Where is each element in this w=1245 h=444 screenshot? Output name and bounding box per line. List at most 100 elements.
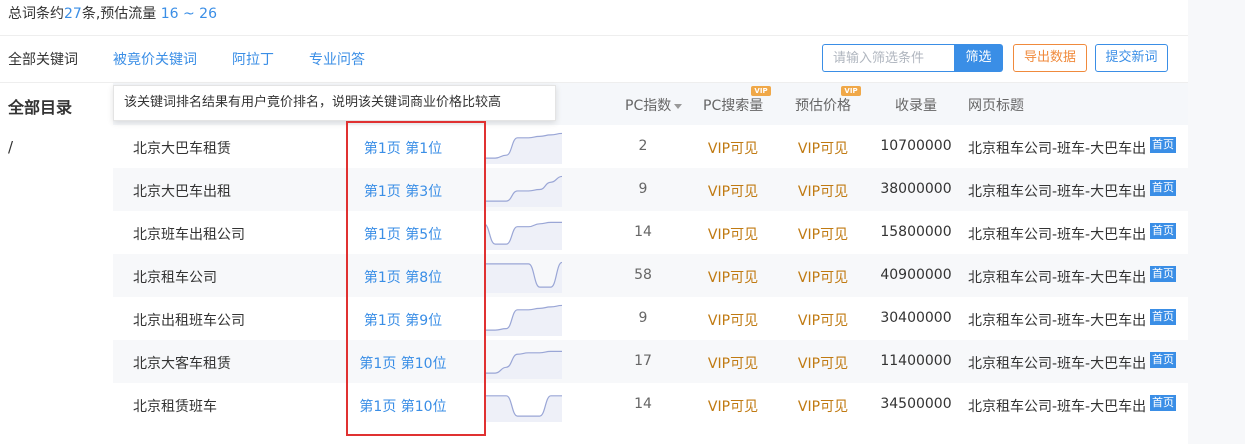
rank-cell[interactable]: 第1页 第1位 <box>343 138 463 158</box>
pc-index-cell: 9 <box>638 181 648 197</box>
directory-root-item[interactable]: / <box>8 138 13 156</box>
tab-all-keywords[interactable]: 全部关键词 <box>8 49 78 69</box>
filter-button[interactable]: 筛选 <box>954 44 1003 72</box>
trend-sparkline <box>484 175 562 207</box>
est-price-cell[interactable]: VIP可见 <box>783 310 863 330</box>
filter-input[interactable] <box>822 44 955 72</box>
indexed-cell: 38000000 <box>880 181 952 197</box>
bid-tooltip: 该关键词排名结果有用户竟价排名，说明该关键词商业价格比较高 <box>113 85 556 121</box>
rank-cell[interactable]: 第1页 第3位 <box>343 181 463 201</box>
page-title-cell[interactable]: 北京租车公司-班车-大巴车出 <box>968 396 1150 416</box>
vip-tag: VIP <box>841 86 861 96</box>
table-row: 北京租车公司 第1页 第8位 58 VIP可见 VIP可见 40900000 北京租车公司-… <box>113 254 1188 297</box>
directory-title: 全部目录 <box>8 98 73 117</box>
indexed-cell: 40900000 <box>880 267 952 283</box>
rank-cell[interactable]: 第1页 第5位 <box>343 224 463 244</box>
pc-search-cell[interactable]: VIP可见 <box>693 396 773 416</box>
keyword-cell[interactable]: 北京租车公司 <box>133 267 217 287</box>
est-price-cell[interactable]: VIP可见 <box>783 181 863 201</box>
pc-index-cell: 14 <box>634 396 652 412</box>
keyword-cell[interactable]: 北京出租班车公司 <box>133 310 245 330</box>
header-pc-index[interactable]: PC指数 <box>625 95 683 115</box>
pc-search-cell[interactable]: VIP可见 <box>693 353 773 373</box>
tab-expert-qa[interactable]: 专业问答 <box>309 49 365 69</box>
table-row: 北京大巴车租赁 第1页 第1位 2 VIP可见 VIP可见 10700000 北京租车公司-… <box>113 125 1188 168</box>
sparkline-area <box>484 176 562 207</box>
sparkline-area <box>484 262 562 293</box>
pc-search-cell[interactable]: VIP可见 <box>693 267 773 287</box>
right-gutter <box>1188 0 1245 444</box>
keyword-cell[interactable]: 北京大客车租赁 <box>133 353 231 373</box>
rank-cell[interactable]: 第1页 第10位 <box>343 396 463 416</box>
pc-index-cell: 58 <box>634 267 652 283</box>
pc-index-cell: 17 <box>634 353 652 369</box>
page-title-cell[interactable]: 北京租车公司-班车-大巴车出 <box>968 224 1150 244</box>
page-title-cell[interactable]: 北京租车公司-班车-大巴车出 <box>968 310 1150 330</box>
trend-sparkline <box>484 221 562 250</box>
rank-cell[interactable]: 第1页 第8位 <box>343 267 463 287</box>
header-page-title: 网页标题 <box>968 98 1024 114</box>
est-price-cell[interactable]: VIP可见 <box>783 396 863 416</box>
trend-sparkline <box>484 350 562 379</box>
sort-caret-icon <box>674 103 683 109</box>
page-title-cell[interactable]: 北京租车公司-班车-大巴车出 <box>968 267 1150 287</box>
indexed-cell: 10700000 <box>880 138 952 154</box>
est-price-cell[interactable]: VIP可见 <box>783 224 863 244</box>
submit-new-word-button[interactable]: 提交新词 <box>1095 44 1168 72</box>
rank-cell[interactable]: 第1页 第9位 <box>343 310 463 330</box>
homepage-badge: 首页 <box>1150 352 1176 368</box>
trend-sparkline <box>484 304 562 336</box>
pc-index-cell: 14 <box>634 224 652 240</box>
est-price-cell[interactable]: VIP可见 <box>783 138 863 158</box>
tab-bidded-keywords[interactable]: 被竟价关键词 <box>113 49 197 69</box>
pc-index-cell: 9 <box>638 310 648 326</box>
export-data-button[interactable]: 导出数据 <box>1013 44 1087 72</box>
pc-index-cell: 2 <box>638 138 648 154</box>
header-est-price: 预估价格 VIP <box>795 86 861 115</box>
table-row: 北京出租班车公司 第1页 第9位 9 VIP可见 VIP可见 30400000 北京租车公司… <box>113 297 1188 340</box>
homepage-badge: 首页 <box>1150 266 1176 282</box>
tab-aladdin[interactable]: 阿拉丁 <box>232 49 274 69</box>
homepage-badge: 首页 <box>1150 223 1176 239</box>
result-summary: 总词条约27条,预估流量 16 ~ 26 <box>8 3 217 23</box>
table-row: 北京租赁班车 第1页 第10位 14 VIP可见 VIP可见 34500000 北京租车公司… <box>113 383 1188 426</box>
homepage-badge: 首页 <box>1150 395 1176 411</box>
summary-count: 27 <box>64 6 82 22</box>
keyword-cell[interactable]: 北京大巴车租赁 <box>133 138 231 158</box>
trend-sparkline <box>484 395 562 422</box>
keyword-table-body: 北京大巴车租赁 第1页 第1位 2 VIP可见 VIP可见 10700000 北京租车公司-… <box>113 125 1188 426</box>
pc-search-cell[interactable]: VIP可见 <box>693 224 773 244</box>
page-title-cell[interactable]: 北京租车公司-班车-大巴车出 <box>968 353 1150 373</box>
est-price-cell[interactable]: VIP可见 <box>783 353 863 373</box>
homepage-badge: 首页 <box>1150 137 1176 153</box>
rank-cell[interactable]: 第1页 第10位 <box>343 353 463 373</box>
header-pc-search: PC搜索量 VIP <box>703 86 771 115</box>
summary-mid: 条,预估流量 <box>81 6 161 22</box>
trend-sparkline <box>484 132 562 164</box>
trend-sparkline <box>484 261 562 293</box>
pc-search-cell[interactable]: VIP可见 <box>693 310 773 330</box>
keyword-cell[interactable]: 北京班车出租公司 <box>133 224 245 244</box>
summary-range: 16 ~ 26 <box>160 6 217 22</box>
tab-bar: 全部关键词 被竟价关键词 阿拉丁 专业问答 <box>0 36 1188 82</box>
table-row: 北京大客车租赁 第1页 第10位 17 VIP可见 VIP可见 11400000 北京租车公… <box>113 340 1188 383</box>
indexed-cell: 11400000 <box>880 353 952 369</box>
table-row: 北京大巴车出租 第1页 第3位 9 VIP可见 VIP可见 38000000 北京租车公司-… <box>113 168 1188 211</box>
pc-search-cell[interactable]: VIP可见 <box>693 138 773 158</box>
sparkline-area <box>484 395 562 422</box>
summary-prefix: 总词条约 <box>8 6 64 22</box>
indexed-cell: 30400000 <box>880 310 952 326</box>
sparkline-area <box>484 351 562 379</box>
page-title-cell[interactable]: 北京租车公司-班车-大巴车出 <box>968 138 1150 158</box>
vip-tag: VIP <box>751 86 771 96</box>
page-title-cell[interactable]: 北京租车公司-班车-大巴车出 <box>968 181 1150 201</box>
est-price-cell[interactable]: VIP可见 <box>783 267 863 287</box>
keyword-cell[interactable]: 北京租赁班车 <box>133 396 217 416</box>
indexed-cell: 34500000 <box>880 396 952 412</box>
pc-search-cell[interactable]: VIP可见 <box>693 181 773 201</box>
header-indexed: 收录量 <box>895 98 937 114</box>
homepage-badge: 首页 <box>1150 309 1176 325</box>
keyword-cell[interactable]: 北京大巴车出租 <box>133 181 231 201</box>
indexed-cell: 15800000 <box>880 224 952 240</box>
table-row: 北京班车出租公司 第1页 第5位 14 VIP可见 VIP可见 15800000 北京租车公… <box>113 211 1188 254</box>
